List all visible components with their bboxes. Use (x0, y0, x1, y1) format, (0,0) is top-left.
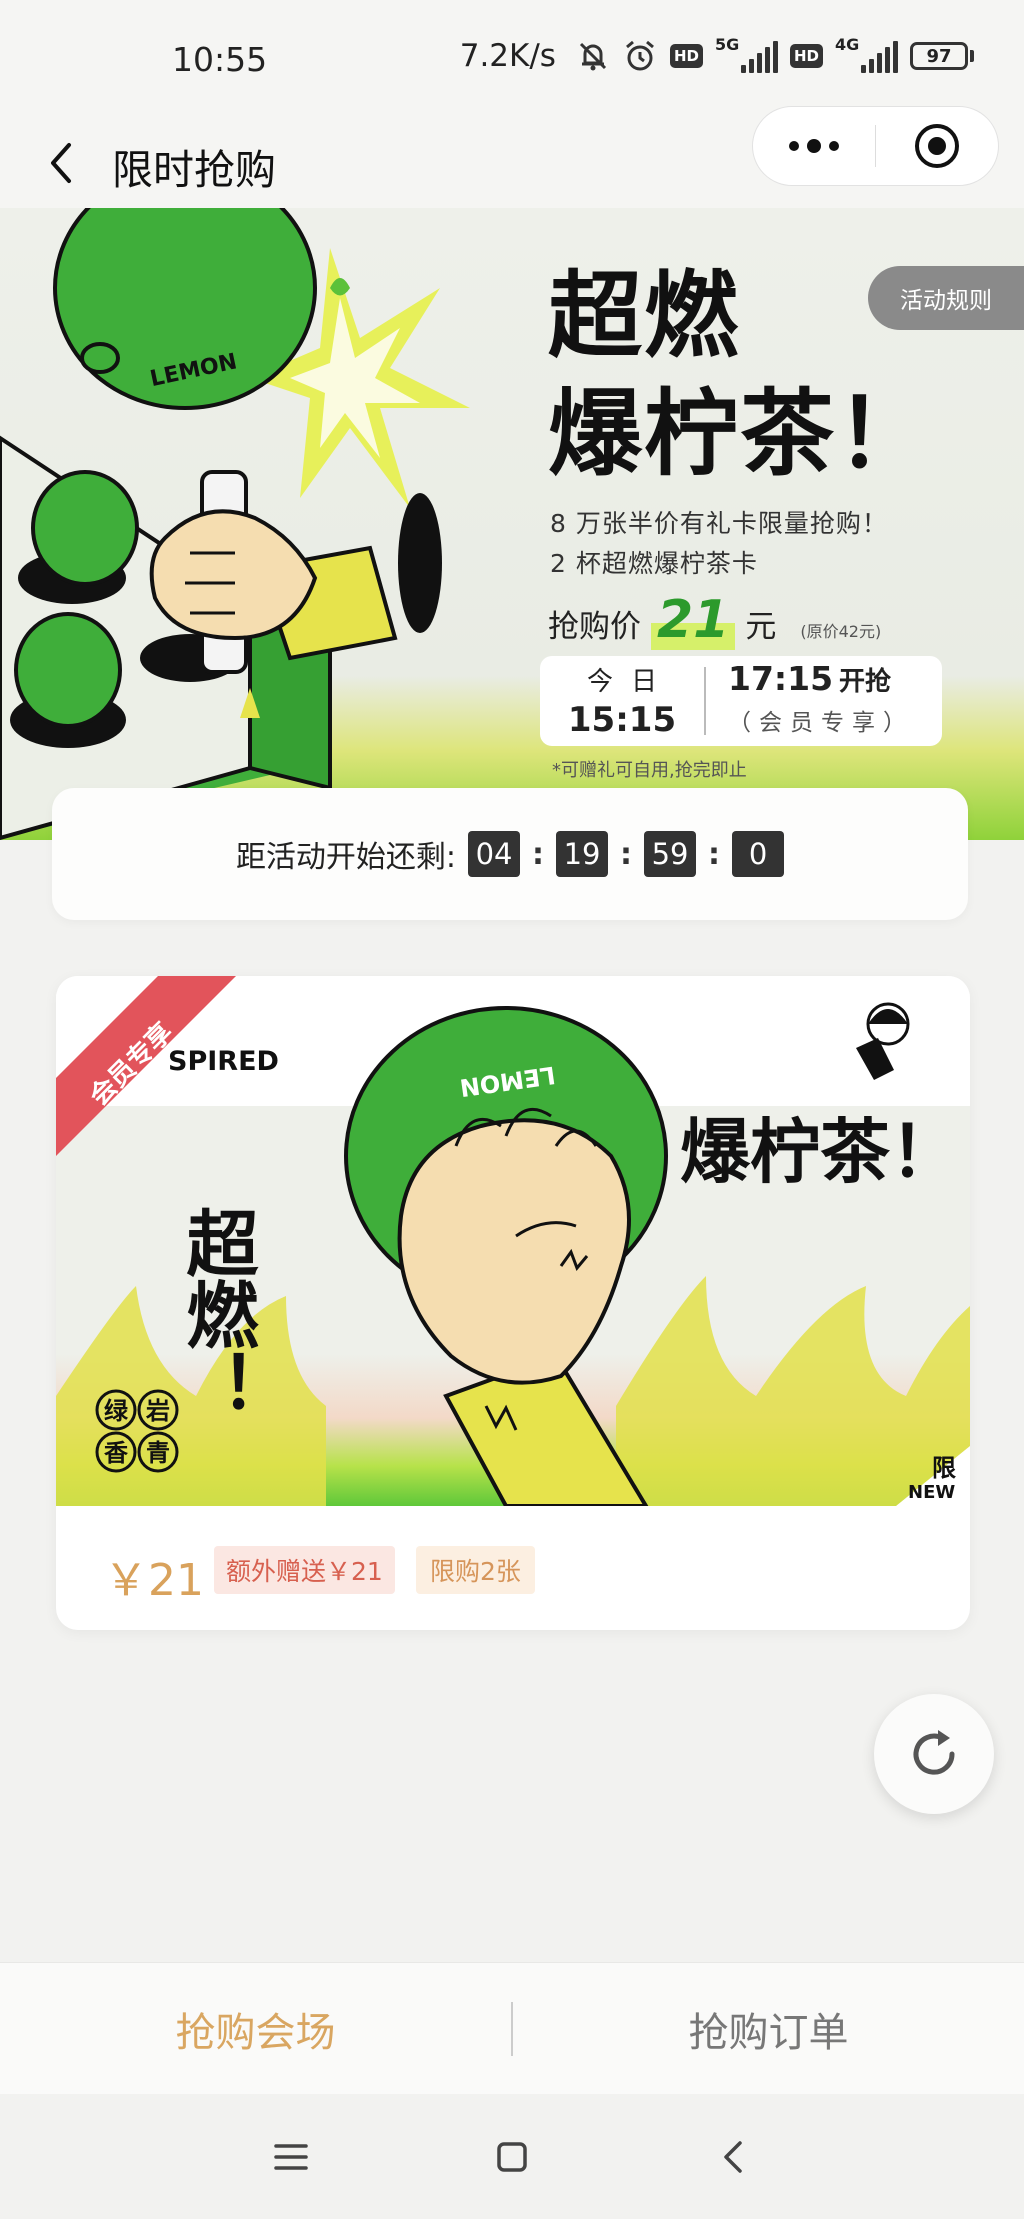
seal-char-4: 青 (146, 1439, 170, 1467)
system-back-button[interactable] (703, 2127, 763, 2187)
headline-line2: 爆柠茶！ (548, 380, 933, 489)
banner-subtitle-1: 8 万张半价有礼卡限量抢购！ (550, 509, 888, 538)
product-card[interactable]: 会员专享 SPIRED LEMON 超燃！ 爆柠茶！ 绿 岩 香 青 限 NEW… (56, 976, 970, 1630)
purchase-limit-tag: 限购2张 (416, 1546, 535, 1594)
price-unit: 元 (745, 609, 777, 645)
banner-price-row: 抢购价 21 元 (原价42元) (548, 590, 881, 650)
today-time: 15:15 (567, 700, 677, 740)
corner-limit-text: 限 (932, 1454, 956, 1482)
home-square-icon (497, 2141, 527, 2172)
open-label: 开抢 (839, 667, 892, 697)
signal-4g-icon: 4G (835, 35, 898, 73)
art-text-left: 超燃！ (174, 1206, 258, 1422)
countdown-label: 距活动开始还剩: (235, 840, 457, 875)
battery-icon: 97 (910, 42, 974, 70)
back-button[interactable] (36, 118, 86, 208)
promo-banner: LEMON 活动规则 超燃 爆柠茶！ 8 万张半价有礼卡限量抢购！ 2 杯超燃爆… (0, 208, 1024, 840)
countdown-hours: 04 (468, 831, 521, 877)
bottom-tab-bar: 抢购会场 抢购订单 (0, 1962, 1024, 2094)
recent-apps-button[interactable] (261, 2127, 321, 2187)
battery-level: 97 (910, 42, 968, 70)
refresh-icon (913, 1730, 955, 1775)
sale-time-box: 今日 15:15 17:15 开抢 （会员专享） (540, 656, 942, 746)
more-dots-icon (788, 139, 839, 153)
status-indicators: 7.2K/s HD 5G HD 4G 97 (459, 35, 974, 74)
banner-illustration: LEMON (0, 208, 470, 840)
countdown-colon: : (620, 836, 633, 872)
countdown-seconds: 59 (644, 831, 697, 877)
tab-sale-venue[interactable]: 抢购会场 (0, 2000, 511, 2058)
product-price: ￥21 (104, 1555, 204, 1606)
product-illustration: 会员专享 SPIRED LEMON 超燃！ 爆柠茶！ 绿 岩 香 青 限 NEW (56, 976, 970, 1506)
alarm-icon (626, 40, 654, 71)
hd-badge-2: HD (789, 44, 823, 68)
status-bar: 10:55 7.2K/s HD 5G HD 4G 97 (0, 0, 1024, 118)
chevron-left-icon (724, 2140, 743, 2173)
banner-subtitle-2: 2 杯超燃爆柠茶卡 (550, 549, 758, 578)
countdown-colon: : (708, 836, 721, 872)
mute-bell-icon (579, 42, 607, 71)
page-title: 限时抢购 (112, 146, 276, 194)
hd-badge-1: HD (669, 44, 703, 68)
miniprogram-capsule (752, 106, 999, 186)
product-image[interactable]: 会员专享 SPIRED LEMON 超燃！ 爆柠茶！ 绿 岩 香 青 限 NEW (56, 976, 970, 1506)
countdown-timer: 04 : 19 : 59 : 0 (468, 831, 785, 877)
countdown-card: 距活动开始还剩: 04 : 19 : 59 : 0 (52, 788, 968, 920)
close-miniprogram-button[interactable] (876, 107, 998, 185)
banner-note: *可赠礼可自用,抢完即止 (552, 760, 747, 781)
countdown-minutes: 19 (556, 831, 609, 877)
tab-sale-orders[interactable]: 抢购订单 (513, 2000, 1024, 2058)
price-label: 抢购价 (548, 609, 641, 645)
refresh-button[interactable] (874, 1694, 994, 1814)
seal-char-2: 岩 (145, 1397, 170, 1425)
seal-char-1: 绿 (104, 1397, 129, 1425)
net-speed: 7.2K/s (459, 38, 556, 74)
back-arrow-icon (51, 143, 71, 183)
countdown-tenths: 0 (732, 831, 785, 877)
price-value: 21 (651, 590, 736, 650)
today-block: 今日 15:15 (540, 663, 704, 739)
countdown-colon: : (532, 836, 545, 872)
system-navigation-bar (0, 2094, 1024, 2219)
open-block: 17:15 开抢 （会员专享） (706, 660, 942, 742)
status-time: 10:55 (172, 40, 268, 79)
corner-new-text: NEW (908, 1482, 955, 1503)
more-button[interactable] (753, 107, 875, 185)
today-label: 今日 (586, 667, 675, 697)
member-only-label: （会员专享） (728, 710, 914, 736)
brand-text: SPIRED (168, 1046, 279, 1077)
original-price: (原价42元) (800, 622, 882, 641)
home-button[interactable] (482, 2127, 542, 2187)
signal-5g-icon: 5G (715, 35, 778, 73)
art-text-right: 爆柠茶！ (680, 1111, 960, 1193)
headline-line1: 超燃 (548, 262, 741, 371)
gift-tag: 额外赠送￥21 (214, 1546, 395, 1594)
menu-lines-icon (273, 2143, 308, 2170)
seal-char-3: 香 (104, 1439, 129, 1467)
banner-headline: 超燃 爆柠茶！ (548, 258, 932, 494)
open-time: 17:15 (728, 659, 834, 698)
target-close-icon (915, 124, 960, 168)
